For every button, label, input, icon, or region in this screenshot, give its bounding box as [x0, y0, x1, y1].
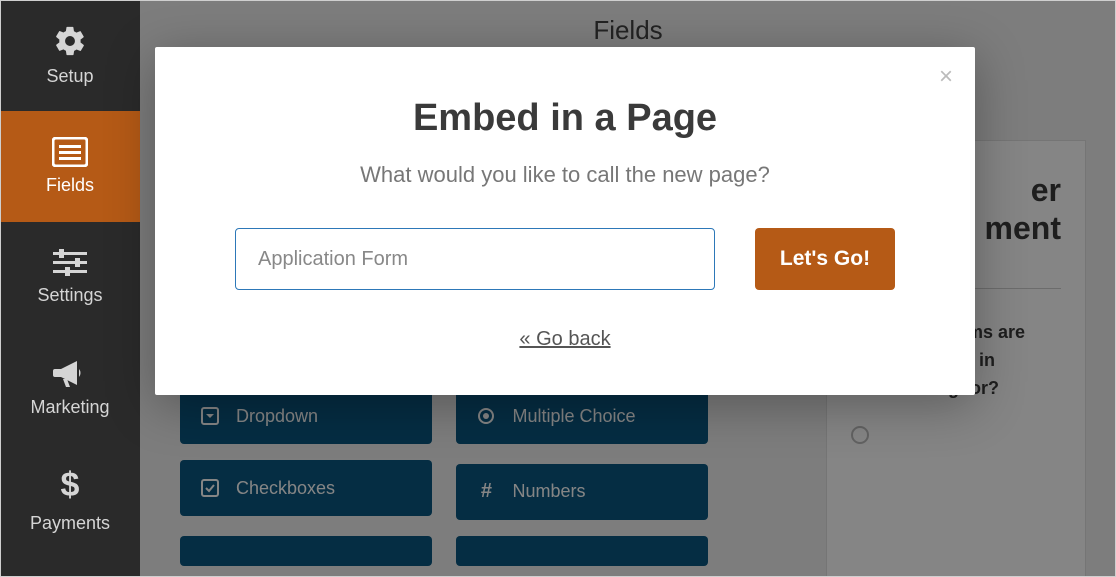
- modal-subtitle: What would you like to call the new page…: [215, 162, 915, 188]
- sidebar-item-label: Payments: [30, 513, 110, 534]
- bullhorn-icon: [53, 359, 87, 389]
- gear-icon: [53, 24, 87, 58]
- sidebar-item-settings[interactable]: Settings: [0, 222, 140, 333]
- dollar-icon: $: [61, 466, 80, 505]
- sidebar: Setup Fields Settings Marketing $ Paymen…: [0, 0, 140, 577]
- modal-title: Embed in a Page: [215, 97, 915, 140]
- go-back-link[interactable]: « Go back: [215, 328, 915, 351]
- lets-go-button[interactable]: Let's Go!: [755, 228, 895, 290]
- page-name-input[interactable]: [235, 228, 715, 290]
- sidebar-item-marketing[interactable]: Marketing: [0, 333, 140, 444]
- sidebar-item-fields[interactable]: Fields: [0, 111, 140, 222]
- sidebar-item-payments[interactable]: $ Payments: [0, 444, 140, 555]
- sidebar-item-setup[interactable]: Setup: [0, 0, 140, 111]
- form-icon: [52, 137, 88, 167]
- sidebar-item-label: Marketing: [30, 397, 109, 418]
- sidebar-item-label: Setup: [46, 66, 93, 87]
- close-icon[interactable]: ×: [939, 63, 953, 91]
- sidebar-item-label: Settings: [37, 285, 102, 306]
- embed-modal: × Embed in a Page What would you like to…: [155, 47, 975, 395]
- sidebar-item-label: Fields: [46, 175, 94, 196]
- sliders-icon: [53, 249, 87, 277]
